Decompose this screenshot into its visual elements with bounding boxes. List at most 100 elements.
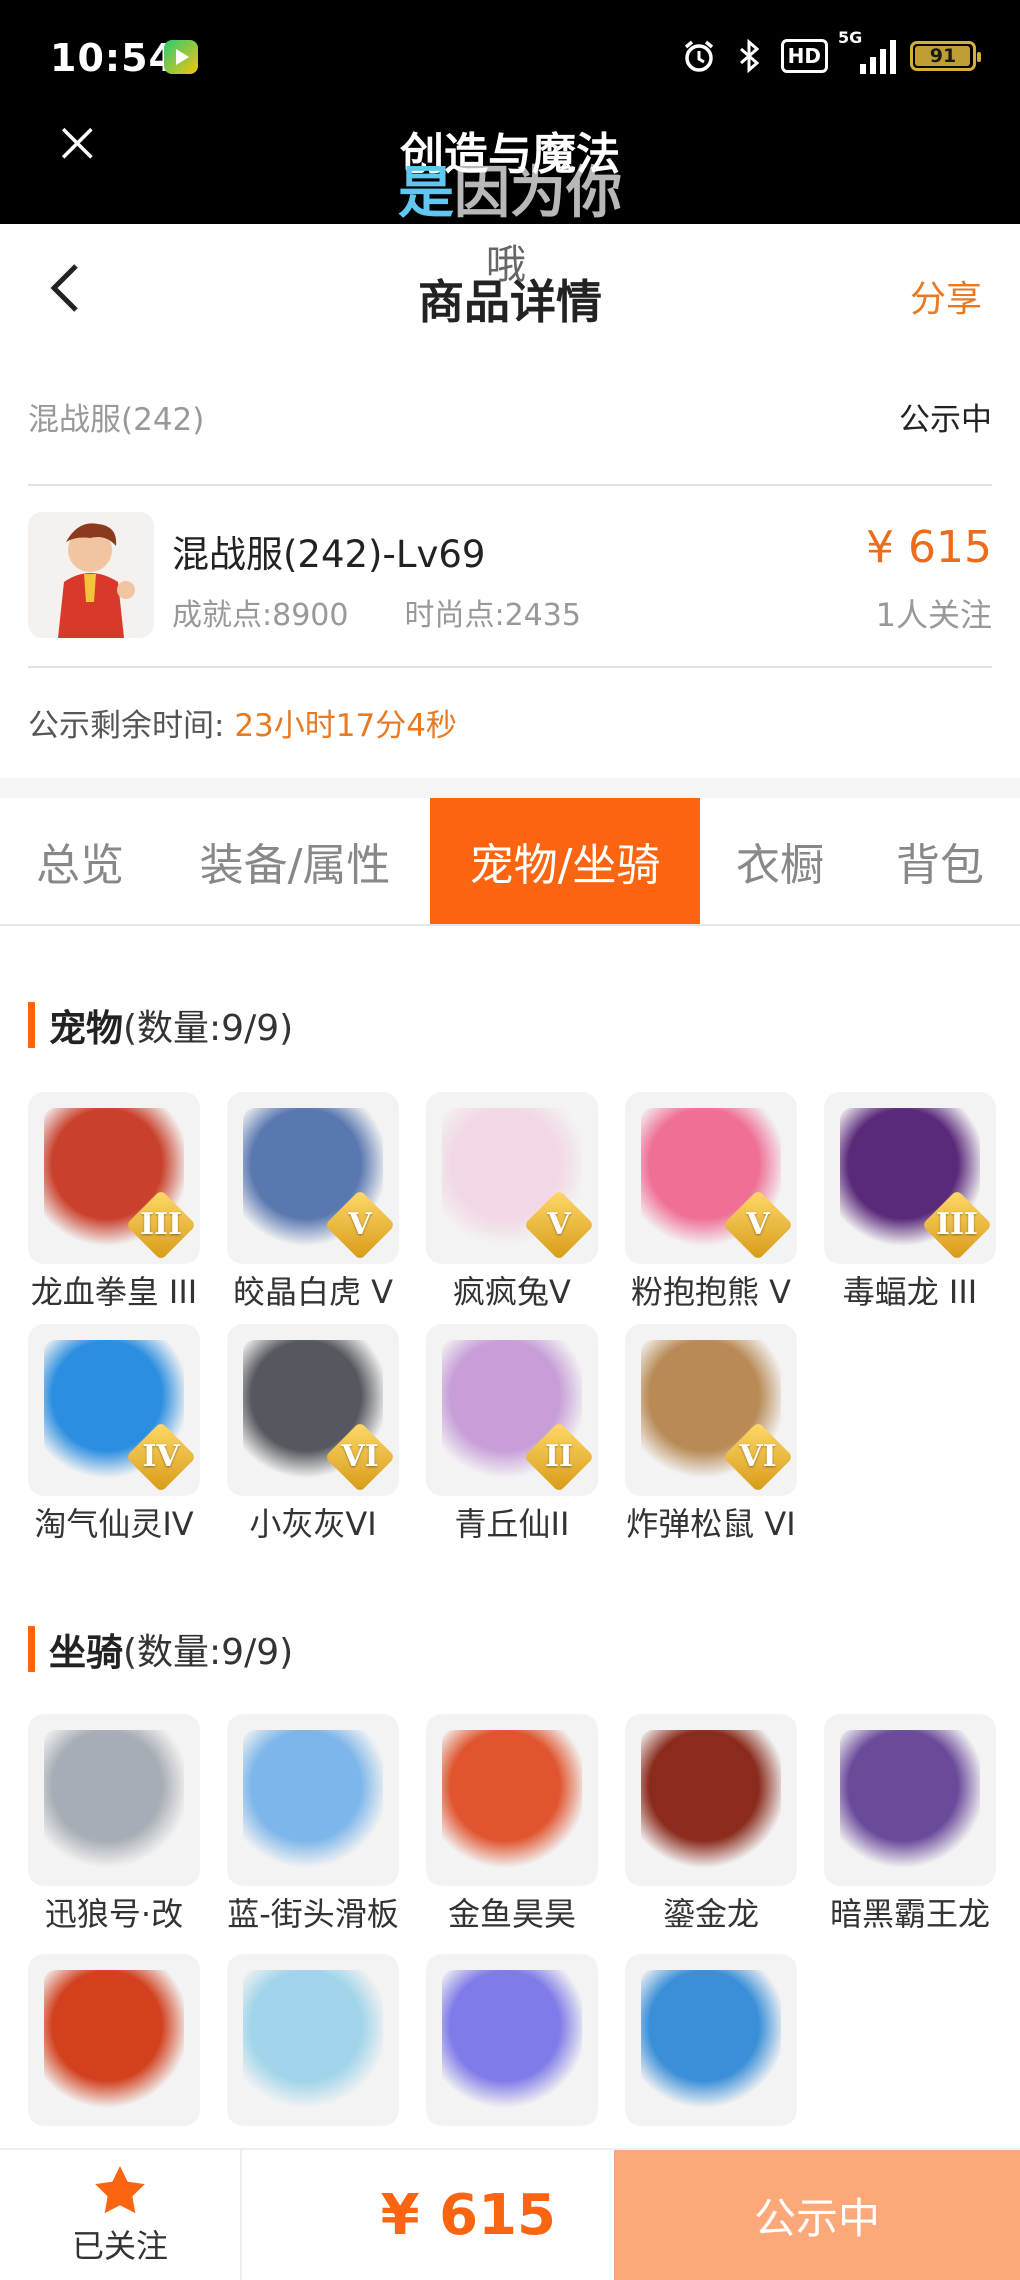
character-avatar[interactable]	[28, 512, 154, 638]
blue-spirit-dog-icon: IV	[28, 1324, 200, 1496]
section-spacer	[0, 778, 1020, 798]
dark-trex-icon	[824, 1714, 996, 1886]
mounts-name: 蓝-街头滑板	[227, 1895, 399, 1933]
mounts-name: 鎏金龙	[662, 1895, 759, 1933]
cloud-sheep-icon	[227, 1954, 399, 2126]
tab-backpack[interactable]: 背包	[860, 798, 1020, 924]
mounts-item[interactable]: 迅狼号·改	[28, 1714, 200, 1936]
pets-item[interactable]: II 青丘仙II	[426, 1324, 598, 1546]
pets-item[interactable]: V 皎晶白虎 V	[227, 1092, 399, 1314]
battery-level: 91	[929, 45, 957, 67]
mounts-item[interactable]: 暗黑霸王龙	[824, 1714, 996, 1936]
follower-count: 1人关注	[875, 596, 992, 634]
rank-label: IV	[142, 1439, 180, 1474]
countdown-label: 公示剩余时间:	[28, 708, 225, 744]
battery-icon: 91	[910, 41, 981, 71]
fashion-points: 时尚点:2435	[404, 598, 581, 633]
mounts-item[interactable]: 鎏金龙	[625, 1714, 797, 1936]
app-page: 10:54 HD 5G 91 创造与魔法 是因为你 商品详情 分享 哦 混战服(…	[0, 0, 1020, 2280]
fire-dragon-icon	[28, 1954, 200, 2126]
pets-item[interactable]: V 疯疯兔V	[426, 1092, 598, 1314]
pets-item[interactable]: VI 炸弹松鼠 VI	[625, 1324, 797, 1546]
mounts-item[interactable]	[227, 1954, 399, 2132]
blue-skateboard-icon	[227, 1714, 399, 1886]
fox-fairy-icon: II	[426, 1324, 598, 1496]
mounts-name: 金鱼昊昊	[447, 1895, 576, 1933]
mounts-name: 迅狼号·改	[44, 1895, 184, 1933]
divider	[28, 666, 992, 668]
rank-label: V	[746, 1207, 770, 1242]
white-tiger-icon: V	[227, 1092, 399, 1264]
follow-label: 已关注	[71, 2227, 168, 2265]
follow-button[interactable]: 已关注	[0, 2150, 242, 2280]
product-name: 混战服(242)-Lv69	[172, 533, 486, 576]
server-row: 混战服(242) 公示中	[28, 394, 992, 444]
rank-label: VI	[341, 1439, 379, 1474]
star-icon	[95, 2166, 145, 2214]
golden-dragon-icon	[625, 1714, 797, 1886]
pets-name: 皎晶白虎 V	[232, 1273, 394, 1311]
hd-badge: HD	[780, 39, 828, 73]
status-bar: 10:54 HD 5G 91 创造与魔法 是因为你	[0, 0, 1020, 226]
rank-label: II	[544, 1439, 574, 1474]
pets-name: 青丘仙II	[454, 1505, 570, 1543]
tab-bar: 总览 装备/属性 宠物/坐骑 衣橱 背包	[0, 798, 1020, 926]
status-time: 10:54	[50, 36, 176, 80]
bottom-action-bar: 已关注 ¥ 615 公示中	[0, 2148, 1020, 2280]
rank-label: III	[935, 1207, 979, 1242]
pets-name: 小灰灰VI	[249, 1505, 377, 1543]
rank-label: VI	[739, 1439, 777, 1474]
pets-item[interactable]: IV 淘气仙灵IV	[28, 1324, 200, 1546]
status-icons: HD 5G 91	[681, 28, 981, 74]
countdown-value: 23小时17分4秒	[234, 708, 457, 744]
tab-pets-mounts[interactable]: 宠物/坐骑	[430, 798, 700, 924]
pets-name: 炸弹松鼠 VI	[626, 1505, 796, 1543]
rank-label: V	[547, 1207, 571, 1242]
pets-item[interactable]: VI 小灰灰VI	[227, 1324, 399, 1546]
public-notice-button[interactable]: 公示中	[614, 2150, 1020, 2280]
bluetooth-icon	[739, 38, 759, 74]
rank-label: III	[139, 1207, 183, 1242]
product-stats: 成就点:8900 时尚点:2435	[172, 590, 581, 634]
mounts-title: 坐骑	[49, 1631, 123, 1674]
mounts-grid: 迅狼号·改 蓝-街头滑板 金鱼昊昊 鎏金龙 暗黑霸王龙	[28, 1714, 998, 2132]
share-button[interactable]: 分享	[910, 270, 982, 322]
pets-name: 毒蝠龙 III	[842, 1273, 978, 1311]
bottom-price: ¥ 615	[380, 2182, 556, 2248]
alarm-icon	[684, 40, 713, 72]
mounts-name: 暗黑霸王龙	[829, 1895, 990, 1933]
pets-name: 疯疯兔V	[453, 1273, 571, 1311]
mounts-count: (数量:9/9)	[123, 1632, 294, 1673]
mounts-item[interactable]	[426, 1954, 598, 2132]
rank-label: V	[348, 1207, 372, 1242]
pets-item[interactable]: III 毒蝠龙 III	[824, 1092, 996, 1314]
purple-bat-dragon-icon: III	[824, 1092, 996, 1264]
pets-name: 龙血拳皇 III	[30, 1273, 198, 1311]
divider	[28, 484, 992, 486]
red-horned-beast-icon: III	[28, 1092, 200, 1264]
mech-wolf-icon	[28, 1714, 200, 1886]
mounts-item[interactable]: 蓝-街头滑板	[227, 1714, 399, 1936]
countdown-row: 公示剩余时间: 23小时17分4秒	[28, 700, 457, 745]
tab-overview[interactable]: 总览	[0, 798, 160, 924]
mounts-item[interactable]: 金鱼昊昊	[426, 1714, 598, 1936]
bomb-squirrel-icon: VI	[625, 1324, 797, 1496]
pets-name: 粉抱抱熊 V	[630, 1273, 792, 1311]
pets-item[interactable]: V 粉抱抱熊 V	[625, 1092, 797, 1314]
tab-equipment[interactable]: 装备/属性	[160, 798, 430, 924]
pets-grid: III 龙血拳皇 III V 皎晶白虎 V V 疯疯兔V V 粉抱抱熊 V III 毒蝠龙 III…	[28, 1092, 998, 1546]
pets-item[interactable]: III 龙血拳皇 III	[28, 1092, 200, 1314]
pets-title: 宠物	[49, 1007, 123, 1050]
pink-bear-icon: V	[625, 1092, 797, 1264]
tab-wardrobe[interactable]: 衣橱	[700, 798, 860, 924]
pets-count: (数量:9/9)	[123, 1008, 294, 1049]
ice-dragon-icon	[625, 1954, 797, 2126]
pets-name: 淘气仙灵IV	[34, 1505, 194, 1543]
goldfish-icon	[426, 1714, 598, 1886]
listing-status: 公示中	[899, 402, 992, 438]
mounts-item[interactable]	[625, 1954, 797, 2132]
mounts-item[interactable]	[28, 1954, 200, 2132]
rainbow-wing-icon	[426, 1954, 598, 2126]
lyric-rest: 因为你	[454, 161, 622, 226]
floating-lyric-char: 哦	[486, 242, 526, 288]
